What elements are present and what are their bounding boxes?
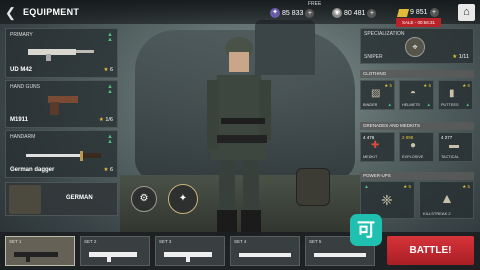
specialization-stars: ★ 1/11 — [452, 54, 469, 60]
silver-currency[interactable]: ✦ 85 833 + — [270, 8, 315, 18]
slot-weapon-name: UD M42 — [10, 67, 33, 73]
uniform-icon: ▨ — [371, 88, 381, 99]
dogtag-amount: 80 481 — [344, 9, 366, 17]
dogtag-icon: ◉ — [332, 8, 342, 18]
slot-weapon-name: M1911 — [10, 117, 29, 123]
upgrade-chevron-icon: ▲ — [364, 184, 369, 190]
set-weapon-icon — [164, 252, 212, 262]
item-name: MEDKIT — [363, 155, 378, 159]
upgrade-chevron-icon: ▲ — [465, 102, 470, 107]
watermark-logo: 可 — [350, 214, 382, 246]
home-icon[interactable]: ⌂ — [458, 4, 475, 21]
item-stars: ★ 5 — [423, 83, 431, 88]
grenades-header: GRENADES AND MEDKITS — [360, 122, 474, 130]
item-stars: ★ 6 — [462, 83, 470, 88]
slot-title: HAND GUNS — [10, 84, 41, 90]
slot-title: HANDARM — [10, 134, 36, 140]
faction-name: GERMAN — [66, 195, 93, 201]
item-stars: ★ 5 — [462, 184, 470, 189]
item-stars: ★ 5 — [384, 83, 392, 88]
upgrade-chevron-icon: ▲ ▲ — [107, 32, 113, 43]
sniper-icon: ⌖ — [405, 37, 425, 57]
item-name: KILLSTREAK 2 — [423, 211, 451, 216]
upgrade-chevron-icon: ▲ ▲ — [107, 134, 113, 145]
rifle-icon — [28, 49, 94, 61]
boots-icon: ▮ — [449, 88, 455, 99]
slot-stars: ★ 6 — [103, 167, 113, 173]
medkit-icon: ✚ — [371, 140, 380, 151]
silver-icon: ✦ — [270, 8, 280, 18]
item-name: PUTTEES — [441, 103, 459, 107]
slot-weapon-name: German dagger — [10, 167, 55, 173]
specialization-name: SNIPER — [364, 54, 383, 60]
killstreak-icon: ▲ — [440, 190, 454, 206]
sale-timer-badge[interactable]: SALE - 00:56:31 — [396, 18, 442, 27]
set-label: SET 5 — [309, 239, 322, 244]
specialization-title: SPECIALIZATION — [364, 31, 405, 37]
grenade-item[interactable]: 2 998 ● EXPLOSIVE — [399, 132, 434, 162]
tactical-grenade-icon: ▬ — [449, 140, 459, 151]
clothing-header: CLOTHING — [360, 70, 474, 78]
barrel-prop — [296, 168, 330, 206]
powerups-header: POWER-UPS — [360, 172, 474, 180]
set-4-tab[interactable]: SET 4 — [230, 236, 300, 266]
add-dogtag-icon[interactable]: + — [367, 8, 377, 18]
item-stars: ★ 5 — [403, 184, 411, 189]
battle-button[interactable]: BATTLE! — [387, 236, 474, 265]
primary-weapon-slot[interactable]: PRIMARY ▲ ▲ UD M42 ★ 6 — [5, 28, 118, 78]
grenade-item[interactable]: 4 277 ▬ TACTICAL — [438, 132, 473, 162]
screen-title: EQUIPMENT — [23, 7, 80, 17]
gold-amount: 9 851 — [410, 9, 428, 16]
item-name: BINDER — [363, 103, 378, 107]
dagger-icon — [26, 151, 101, 161]
set-2-tab[interactable]: SET 2 — [80, 236, 150, 266]
set-3-tab[interactable]: SET 3 — [155, 236, 225, 266]
pistol-icon — [48, 96, 78, 115]
gold-icon — [396, 8, 410, 17]
back-arrow-icon[interactable]: ❮ — [5, 5, 16, 21]
perk-2-icon[interactable]: ✦ — [168, 184, 198, 214]
gold-currency[interactable]: 9 851 + — [396, 8, 439, 17]
slot-title: PRIMARY — [10, 32, 33, 38]
add-gold-icon[interactable]: + — [429, 8, 439, 17]
item-name: TACTICAL — [441, 155, 460, 159]
slot-stars: ★ 6 — [103, 67, 113, 73]
perk-1-icon[interactable]: ⚙ — [131, 186, 157, 212]
powerup-icon: ❈ — [381, 192, 393, 208]
item-name: HELMETS — [402, 103, 420, 107]
slot-stars: ★ 1/6 — [98, 117, 113, 123]
upgrade-chevron-icon: ▲ — [387, 102, 392, 107]
faction-avatar — [9, 185, 41, 214]
set-label: SET 3 — [159, 239, 172, 244]
handarm-slot[interactable]: HANDARM ▲ ▲ German dagger ★ 6 — [5, 130, 118, 178]
dogtag-currency[interactable]: ◉ 80 481 + — [332, 8, 377, 18]
explosive-icon: ● — [410, 140, 417, 151]
equipment-screen: ❮ EQUIPMENT FREE ✦ 85 833 + ◉ 80 481 + 9… — [0, 0, 480, 270]
free-label: FREE — [308, 1, 322, 7]
soldier-character — [207, 37, 271, 238]
helmet-icon: ◓ — [410, 88, 417, 99]
set-weapon-icon — [314, 253, 366, 257]
handgun-slot[interactable]: HAND GUNS ▲ ▲ M1911 ★ 1/6 — [5, 80, 118, 128]
set-weapon-icon — [14, 252, 58, 262]
set-weapon-icon — [89, 252, 137, 262]
clothing-item[interactable]: ★ 5 ▨ BINDER ▲ — [360, 80, 395, 110]
set-label: SET 2 — [84, 239, 97, 244]
grenade-item[interactable]: 4 476 ✚ MEDKIT — [360, 132, 395, 162]
faction-selector[interactable]: GERMAN — [5, 182, 118, 216]
silver-amount: 85 833 — [282, 9, 304, 17]
specialization-panel[interactable]: SPECIALIZATION ⌖ SNIPER ★ 1/11 — [360, 28, 474, 64]
set-label: SET 4 — [234, 239, 247, 244]
item-name: EXPLOSIVE — [402, 155, 424, 159]
powerup-slot[interactable]: ★ 5 ▲ KILLSTREAK 2 — [419, 181, 474, 219]
clothing-item[interactable]: ★ 5 ◓ HELMETS ▲ — [399, 80, 434, 110]
upgrade-chevron-icon: ▲ — [426, 102, 431, 107]
set-1-tab[interactable]: SET 1 — [5, 236, 75, 266]
add-silver-icon[interactable]: + — [305, 8, 315, 18]
set-label: SET 1 — [9, 239, 22, 244]
set-weapon-icon — [239, 253, 291, 257]
clothing-item[interactable]: ★ 6 ▮ PUTTEES ▲ — [438, 80, 473, 110]
